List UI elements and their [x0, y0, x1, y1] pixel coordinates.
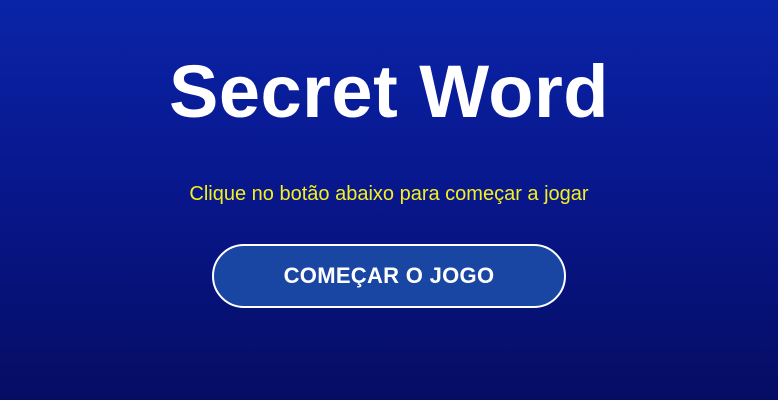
instruction-text: Clique no botão abaixo para começar a jo…	[189, 183, 589, 205]
start-game-button[interactable]: COMEÇAR O JOGO	[212, 244, 566, 308]
game-title: Secret Word	[168, 50, 610, 133]
start-screen: Secret Word Clique no botão abaixo para …	[0, 0, 778, 400]
